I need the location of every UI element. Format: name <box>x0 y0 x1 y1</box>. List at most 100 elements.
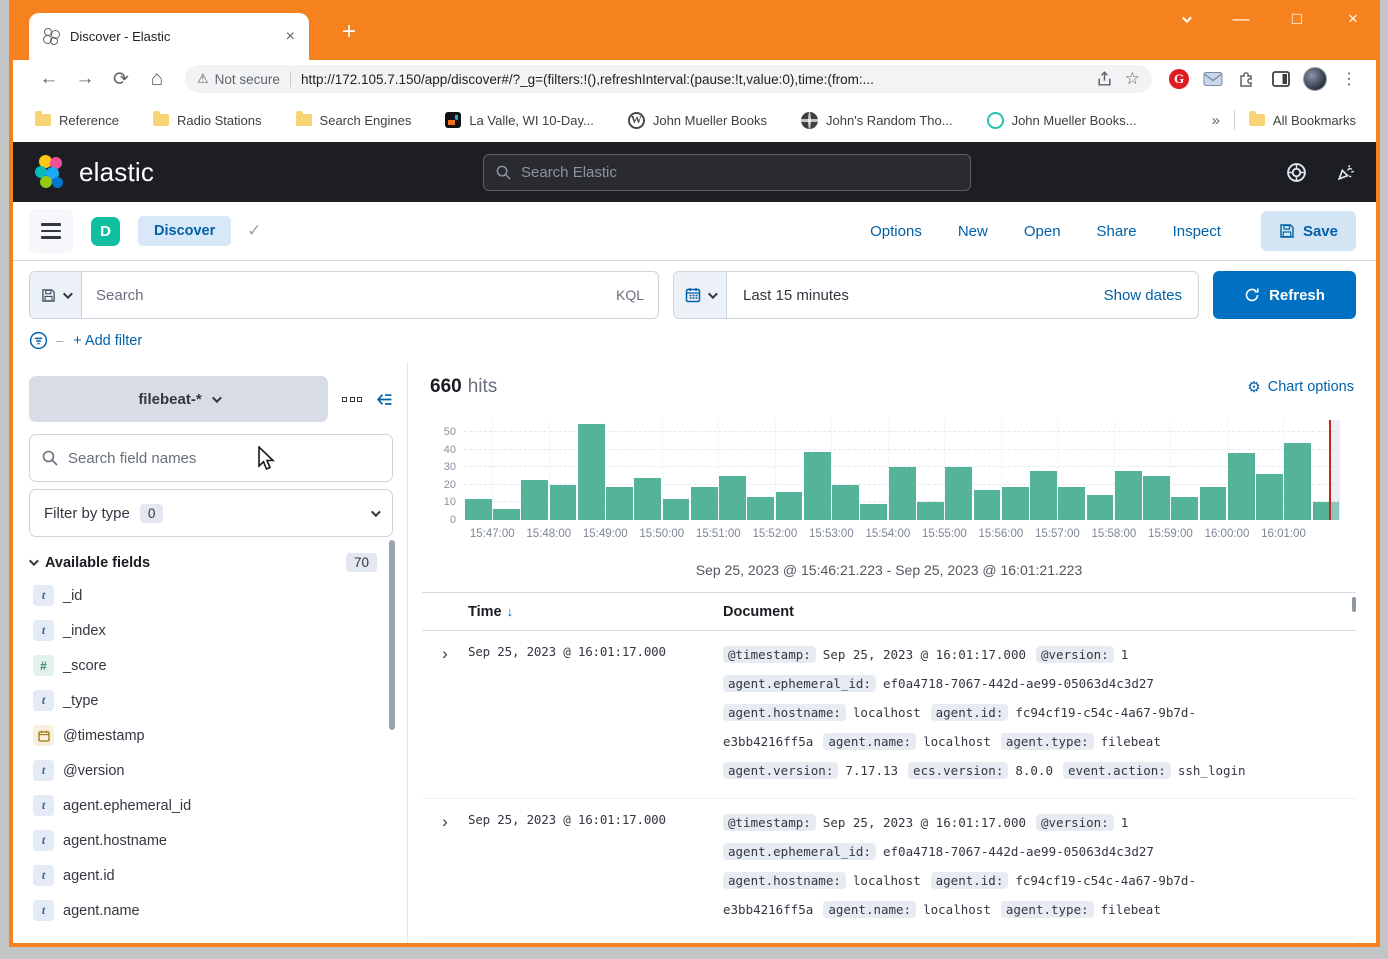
histogram-bar[interactable] <box>550 485 577 520</box>
histogram-bar[interactable] <box>1058 487 1085 520</box>
field-item[interactable]: tagent.hostname <box>29 823 393 858</box>
field-item[interactable]: t_type <box>29 683 393 718</box>
url-text[interactable]: http://172.105.7.150/app/discover#/?_g=(… <box>301 72 1084 87</box>
news-icon[interactable] <box>1335 162 1356 183</box>
bookmark-item[interactable]: Reference <box>35 113 119 128</box>
histogram-bar[interactable] <box>974 490 1001 520</box>
sidebar-panel-icon[interactable] <box>1264 71 1298 87</box>
top-menu-new[interactable]: New <box>958 223 988 240</box>
bookmark-item[interactable]: WJohn Mueller Books <box>628 112 767 129</box>
histogram-bar[interactable] <box>945 467 972 520</box>
row-document[interactable]: @timestamp:Sep 25, 2023 @ 16:01:17.000@v… <box>723 812 1356 928</box>
menu-icon[interactable] <box>29 209 73 253</box>
histogram-bar[interactable] <box>719 476 746 520</box>
row-time[interactable]: Sep 25, 2023 @ 16:01:17.000 <box>468 812 723 928</box>
histogram-bar[interactable] <box>1228 453 1255 520</box>
histogram-bar[interactable] <box>493 509 520 520</box>
bookmark-item[interactable]: Radio Stations <box>153 113 262 128</box>
field-key-pill[interactable]: @version: <box>1036 814 1114 831</box>
histogram-bar[interactable] <box>1115 471 1142 520</box>
add-filter-button[interactable]: + Add filter <box>73 333 142 349</box>
histogram-bar[interactable] <box>917 502 944 520</box>
sort-desc-icon[interactable]: ↓ <box>507 604 514 619</box>
save-button[interactable]: Save <box>1261 211 1356 251</box>
collapse-sidebar-icon[interactable] <box>376 392 393 407</box>
available-fields-header[interactable]: Available fields 70 <box>29 553 393 572</box>
field-actions-icon[interactable] <box>342 397 362 402</box>
histogram-bar[interactable] <box>747 497 774 520</box>
histogram-bar[interactable] <box>1200 487 1227 520</box>
histogram-bar[interactable] <box>1171 497 1198 520</box>
index-pattern-select[interactable]: filebeat-* <box>29 376 328 422</box>
field-key-pill[interactable]: agent.type: <box>1001 733 1094 750</box>
top-menu-options[interactable]: Options <box>870 223 922 240</box>
field-key-pill[interactable]: agent.name: <box>823 733 916 750</box>
window-close-icon[interactable]: × <box>1340 6 1366 32</box>
histogram-bar[interactable] <box>804 452 831 520</box>
browser-tab[interactable]: Discover - Elastic × <box>29 13 309 60</box>
share-icon[interactable] <box>1096 71 1113 88</box>
histogram-bar[interactable] <box>776 492 803 520</box>
field-key-pill[interactable]: @version: <box>1036 646 1114 663</box>
elastic-logo-icon[interactable] <box>35 155 69 189</box>
histogram-bar[interactable] <box>606 487 633 520</box>
column-time[interactable]: Time ↓ <box>468 604 723 620</box>
chart-options-button[interactable]: ⚙ Chart options <box>1247 378 1354 396</box>
field-item[interactable]: @timestamp <box>29 718 393 753</box>
expand-row-icon[interactable]: › <box>422 812 468 928</box>
histogram-bar[interactable] <box>465 499 492 520</box>
field-item[interactable]: tagent.name <box>29 893 393 928</box>
histogram-bar[interactable] <box>1256 474 1283 520</box>
field-item[interactable]: tagent.ephemeral_id <box>29 788 393 823</box>
field-item[interactable]: #_score <box>29 648 393 683</box>
refresh-button[interactable]: Refresh <box>1213 271 1356 319</box>
show-dates-button[interactable]: Show dates <box>1088 287 1198 304</box>
expand-row-icon[interactable]: › <box>422 644 468 789</box>
histogram-bar[interactable] <box>521 480 548 520</box>
tab-close-icon[interactable]: × <box>282 28 299 46</box>
date-picker-menu-button[interactable] <box>674 272 727 318</box>
reload-icon[interactable]: ⟳ <box>103 68 139 91</box>
global-search-input[interactable]: Search Elastic <box>483 154 971 191</box>
forward-icon[interactable]: → <box>67 68 103 90</box>
field-key-pill[interactable]: agent.hostname: <box>723 872 846 889</box>
histogram-bar[interactable] <box>1284 443 1311 520</box>
histogram-bar[interactable] <box>1087 495 1114 520</box>
histogram-bar[interactable] <box>832 485 859 520</box>
histogram-bar[interactable] <box>860 504 887 520</box>
field-key-pill[interactable]: agent.type: <box>1001 901 1094 918</box>
all-bookmarks-button[interactable]: All Bookmarks <box>1249 113 1356 128</box>
window-menu-icon[interactable] <box>1172 6 1198 32</box>
top-menu-open[interactable]: Open <box>1024 223 1061 240</box>
histogram-bar[interactable] <box>889 467 916 520</box>
field-item[interactable]: t@version <box>29 753 393 788</box>
field-key-pill[interactable]: agent.name: <box>823 901 916 918</box>
saved-query-menu-button[interactable] <box>30 272 82 318</box>
field-key-pill[interactable]: ecs.version: <box>908 762 1008 779</box>
field-search-input[interactable] <box>68 450 380 467</box>
histogram-bar[interactable] <box>578 424 605 520</box>
breadcrumb[interactable]: Discover <box>138 216 231 246</box>
table-scrollbar[interactable] <box>1352 597 1356 612</box>
home-icon[interactable]: ⌂ <box>139 67 175 91</box>
time-range-value[interactable]: Last 15 minutes <box>727 287 1088 304</box>
field-key-pill[interactable]: @timestamp: <box>723 814 816 831</box>
bookmark-item[interactable]: John Mueller Books... <box>987 112 1137 129</box>
histogram-bar[interactable] <box>634 478 661 520</box>
field-key-pill[interactable]: agent.id: <box>931 872 1009 889</box>
url-bar[interactable]: ⚠ Not secure http://172.105.7.150/app/di… <box>185 65 1152 93</box>
minimize-icon[interactable]: — <box>1228 6 1254 32</box>
mail-icon[interactable] <box>1196 71 1230 87</box>
field-item[interactable]: tagent.id <box>29 858 393 893</box>
field-item[interactable]: t_index <box>29 613 393 648</box>
maximize-icon[interactable]: □ <box>1284 6 1310 32</box>
back-icon[interactable]: ← <box>31 68 67 90</box>
histogram-bar[interactable] <box>1002 487 1029 520</box>
chart-plot[interactable] <box>464 420 1340 520</box>
filter-icon[interactable] <box>29 331 48 350</box>
new-tab-button[interactable]: + <box>335 18 363 46</box>
field-key-pill[interactable]: agent.hostname: <box>723 704 846 721</box>
grammarly-icon[interactable]: G <box>1162 69 1196 89</box>
bookmarks-overflow-icon[interactable]: » <box>1212 112 1220 129</box>
bookmark-item[interactable]: John's Random Tho... <box>801 112 953 129</box>
